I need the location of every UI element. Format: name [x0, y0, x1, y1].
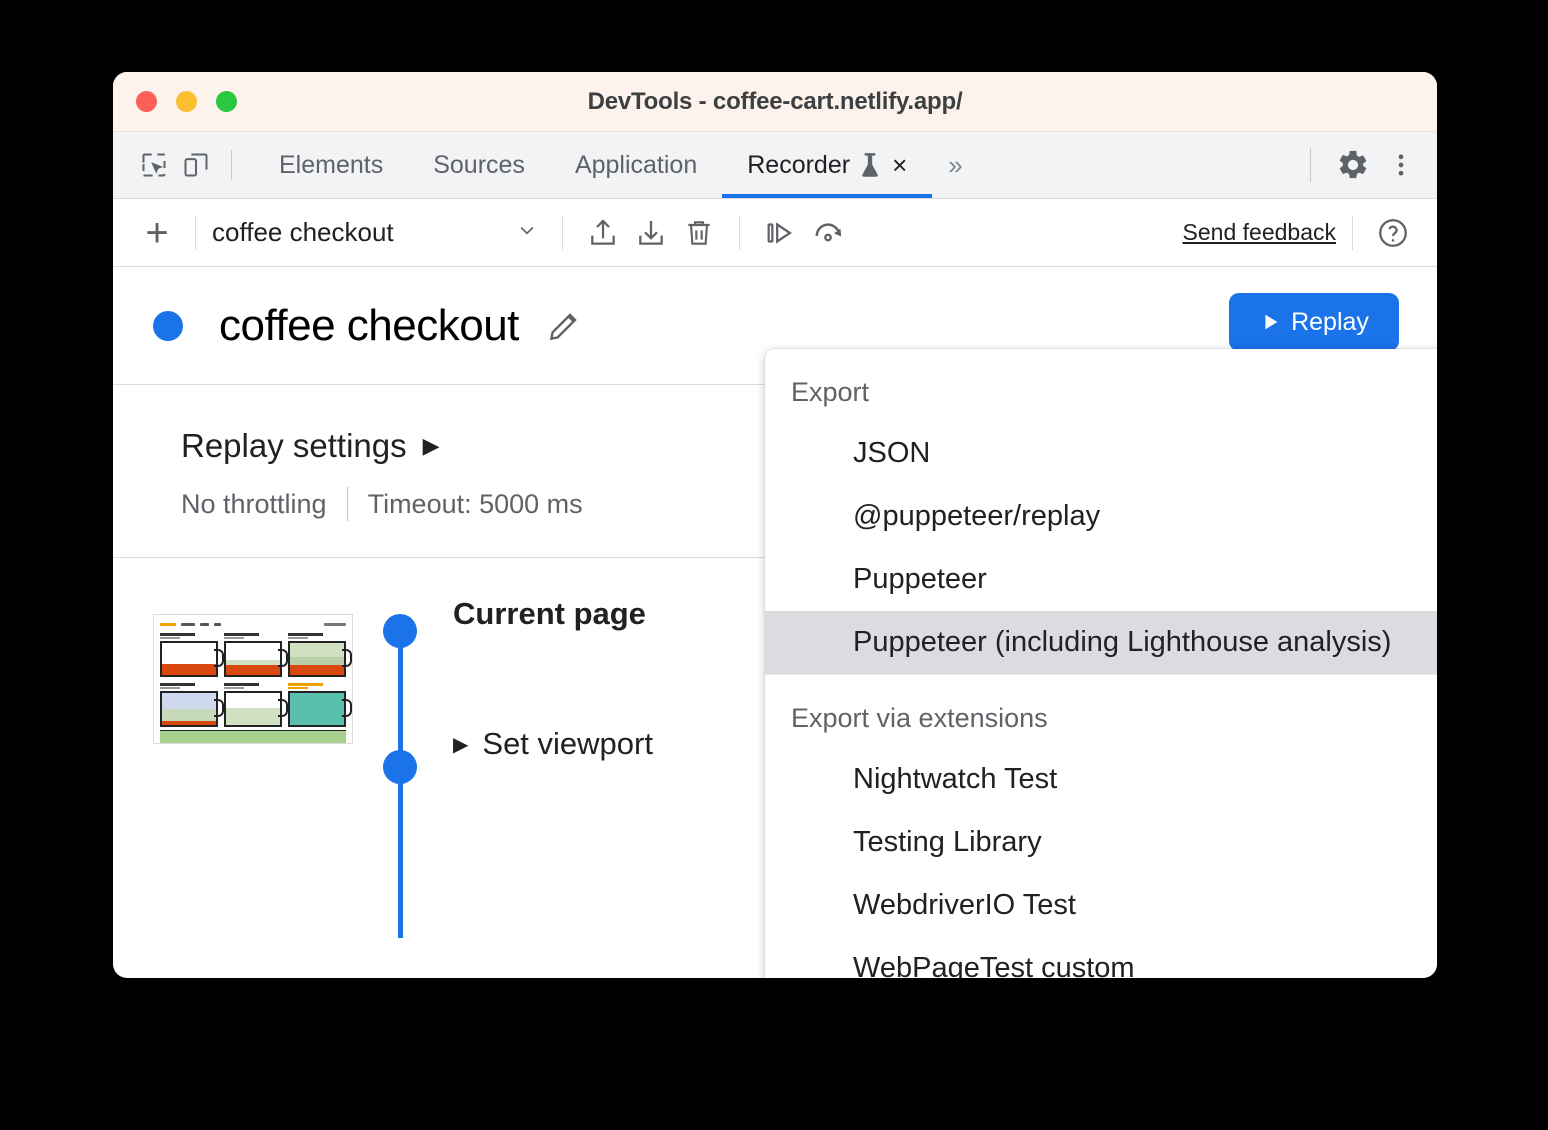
step-title: Current page: [453, 596, 646, 632]
timeline-dot-2: [383, 750, 417, 784]
replay-settings-label: Replay settings: [181, 427, 407, 465]
window-title: DevTools - coffee-cart.netlify.app/: [113, 88, 1437, 116]
menu-item-puppeteer-lighthouse[interactable]: Puppeteer (including Lighthouse analysis…: [765, 611, 1437, 674]
more-options-kebab-icon[interactable]: [1379, 143, 1423, 187]
tab-elements-label: Elements: [279, 151, 383, 180]
import-icon[interactable]: [627, 209, 675, 257]
close-window-button[interactable]: [136, 91, 157, 112]
export-dropdown-menu: Export JSON @puppeteer/replay Puppeteer …: [765, 349, 1437, 978]
menu-item-json[interactable]: JSON: [765, 422, 1437, 485]
menu-item-webpagetest-custom[interactable]: WebPageTest custom: [765, 937, 1437, 978]
toolbar-right-group: Send feedback: [1183, 199, 1417, 266]
close-icon[interactable]: ×: [892, 152, 907, 178]
timeout-value: Timeout: 5000 ms: [368, 489, 583, 520]
toolbar-divider: [231, 150, 232, 180]
menu-item-puppeteer-replay[interactable]: @puppeteer/replay: [765, 485, 1437, 548]
chevron-right-icon: ▶: [423, 433, 440, 459]
tab-elements[interactable]: Elements: [254, 132, 408, 198]
step-item-set-viewport[interactable]: ▶ Set viewport: [453, 726, 653, 762]
window-titlebar: DevTools - coffee-cart.netlify.app/: [113, 72, 1437, 132]
minimize-window-button[interactable]: [176, 91, 197, 112]
chevron-right-icon[interactable]: ▶: [453, 732, 468, 757]
replay-button-label: Replay: [1291, 308, 1369, 337]
tab-sources[interactable]: Sources: [408, 132, 550, 198]
window-traffic-lights: [136, 91, 237, 112]
timeline-dot-1: [383, 614, 417, 648]
experiment-flask-icon: [859, 152, 881, 178]
performance-replay-icon[interactable]: [804, 209, 852, 257]
menu-item-nightwatch-test[interactable]: Nightwatch Test: [765, 748, 1437, 811]
menu-item-testing-library[interactable]: Testing Library: [765, 811, 1437, 874]
send-feedback-link[interactable]: Send feedback: [1183, 219, 1336, 246]
tab-application[interactable]: Application: [550, 132, 722, 198]
settings-gear-icon[interactable]: [1331, 143, 1375, 187]
thumbnail-cup-grid: [160, 633, 346, 727]
play-icon: [1259, 311, 1281, 333]
chevron-down-icon[interactable]: [512, 220, 542, 246]
page-screenshot-thumbnail: [153, 614, 353, 744]
toolbar-divider-1: [195, 216, 196, 250]
recording-selector-label[interactable]: coffee checkout: [212, 217, 512, 248]
steps-timeline: [383, 598, 417, 918]
menu-item-webdriverio-test[interactable]: WebdriverIO Test: [765, 874, 1437, 937]
step-title: Set viewport: [482, 726, 653, 762]
maximize-window-button[interactable]: [216, 91, 237, 112]
thumbnail-render: [154, 615, 352, 743]
thumbnail-footer: [160, 730, 346, 744]
export-icon[interactable]: [579, 209, 627, 257]
add-recording-button[interactable]: +: [135, 213, 179, 253]
throttling-value: No throttling: [181, 489, 327, 520]
recording-status-dot: [153, 311, 183, 341]
replay-button[interactable]: Replay: [1229, 293, 1399, 351]
step-replay-icon[interactable]: [756, 209, 804, 257]
step-item-current-page[interactable]: Current page: [453, 596, 646, 632]
thumbnail-navbar: [160, 620, 346, 629]
devtools-tabbar: Elements Sources Application Recorder: [113, 132, 1437, 199]
devtools-window: DevTools - coffee-cart.netlify.app/: [113, 72, 1437, 978]
menu-item-puppeteer[interactable]: Puppeteer: [765, 548, 1437, 611]
tab-recorder-label: Recorder: [747, 151, 850, 180]
inspect-element-icon[interactable]: [133, 144, 175, 186]
recorder-toolbar: + coffee checkout: [113, 199, 1437, 267]
menu-section-extensions-label: Export via extensions: [765, 675, 1437, 748]
tab-application-label: Application: [575, 151, 697, 180]
menu-section-export-label: Export: [765, 349, 1437, 422]
panel-tabs: Elements Sources Application Recorder: [254, 132, 979, 198]
help-icon[interactable]: [1369, 209, 1417, 257]
screenshot-root: DevTools - coffee-cart.netlify.app/: [0, 0, 1548, 1130]
tabbar-divider: [1310, 148, 1311, 182]
tabbar-right-actions: [1294, 132, 1423, 198]
page-title: coffee checkout: [219, 301, 519, 351]
tab-recorder[interactable]: Recorder ×: [722, 132, 932, 198]
toolbar-divider-4: [1352, 216, 1353, 250]
summary-divider: [347, 487, 348, 521]
toolbar-divider-3: [739, 216, 740, 250]
delete-icon[interactable]: [675, 209, 723, 257]
edit-pencil-icon[interactable]: [545, 307, 583, 345]
device-toolbar-icon[interactable]: [175, 144, 217, 186]
more-tabs-icon[interactable]: »: [932, 150, 978, 181]
tab-sources-label: Sources: [433, 151, 525, 180]
toolbar-divider-2: [562, 216, 563, 250]
